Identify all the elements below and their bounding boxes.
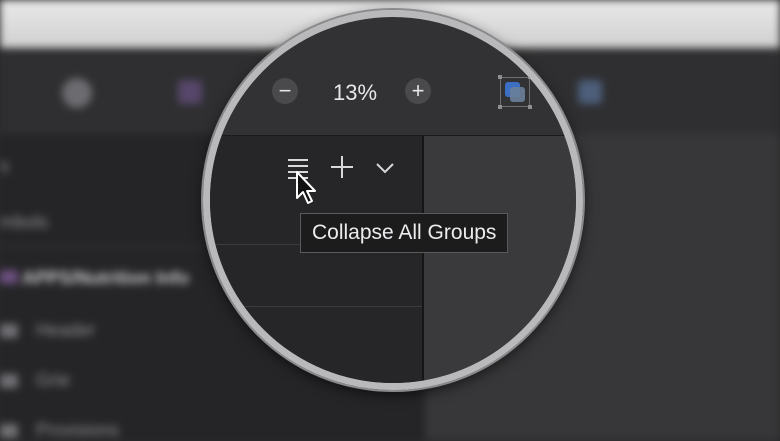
background-toolbar-icon: [578, 80, 602, 104]
zoom-in-button[interactable]: +: [405, 78, 431, 104]
artboard-icon: [0, 324, 18, 338]
layer-item[interactable]: Grie: [36, 370, 70, 391]
group-icon: [0, 270, 18, 284]
plus-icon[interactable]: [330, 155, 354, 179]
layer-item[interactable]: Provisions: [36, 420, 119, 441]
group-selection-icon[interactable]: [498, 75, 532, 109]
chevron-down-icon[interactable]: [375, 162, 395, 174]
zoom-level: 13%: [332, 80, 378, 105]
tooltip: Collapse All Groups: [300, 213, 509, 253]
mouse-pointer-icon: [296, 171, 316, 204]
layer-item[interactable]: Header: [36, 320, 95, 341]
background-toolbar-icon: [178, 80, 202, 104]
canvas-area[interactable]: [424, 136, 576, 383]
divider: [210, 306, 422, 307]
sidebar-title: s: [0, 156, 9, 176]
magnifier-lens: − 13% + Collapse All Groups: [203, 10, 583, 390]
zoom-out-button[interactable]: −: [272, 78, 298, 104]
artboard-icon: [0, 374, 18, 388]
background-toolbar-icon: [62, 78, 92, 108]
artboard-icon: [0, 424, 18, 438]
symbols-dropdown[interactable]: mbols: [0, 212, 48, 233]
toolbar: − 13% +: [210, 17, 576, 136]
layer-group-name[interactable]: APPS/Nutrition Info: [22, 268, 189, 289]
